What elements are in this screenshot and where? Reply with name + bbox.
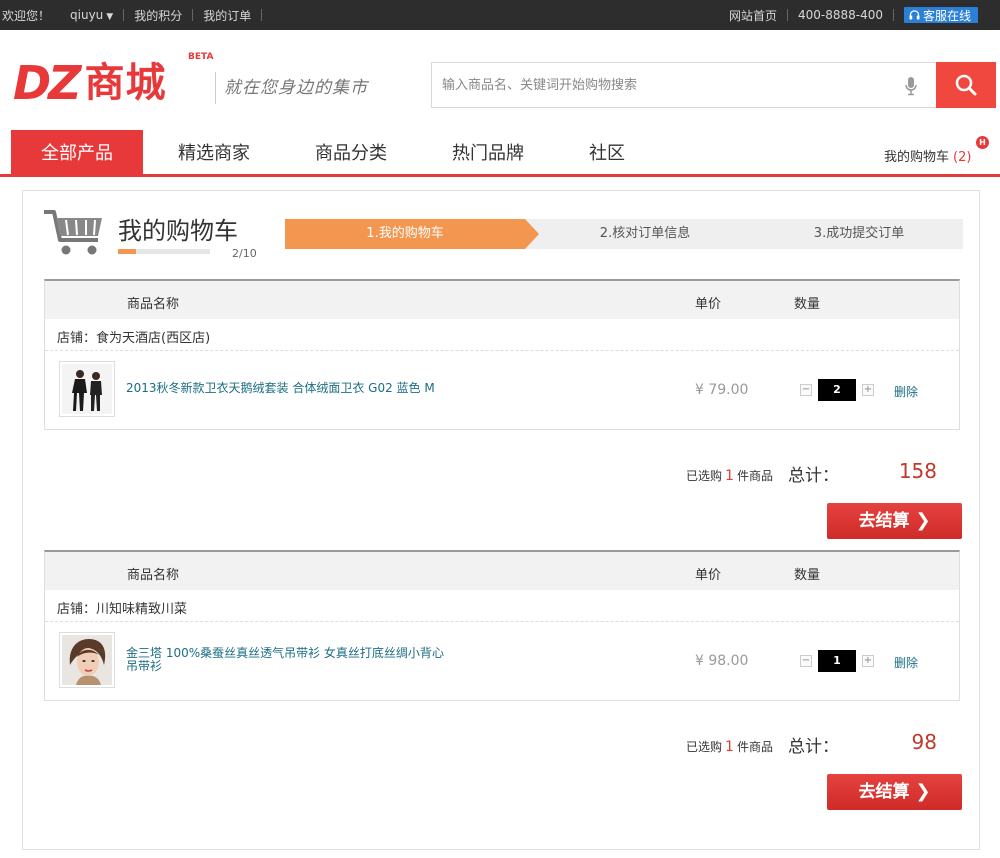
total-label: 总计： bbox=[788, 466, 839, 486]
column-product-name: 商品名称 bbox=[127, 297, 180, 312]
search-box bbox=[431, 62, 996, 108]
shopping-cart-icon bbox=[44, 210, 102, 255]
product-thumbnail[interactable] bbox=[59, 632, 115, 688]
checkout-label: 去结算 bbox=[858, 782, 910, 802]
cart-table: 商品名称 单价 数量 店铺：川知味精致川菜 金三塔 100%桑蚕丝真丝透气吊带衫… bbox=[44, 550, 960, 701]
nav-community[interactable]: 社区 bbox=[571, 130, 643, 174]
cart-count: (2) bbox=[953, 150, 972, 165]
decrease-quantity-button[interactable]: − bbox=[800, 384, 812, 396]
delete-link[interactable]: 删除 bbox=[894, 383, 918, 400]
nav-featured-merchants[interactable]: 精选商家 bbox=[160, 130, 268, 174]
shop-name[interactable]: 店铺：食为天酒店(西区店) bbox=[57, 327, 210, 346]
username-menu[interactable]: qiuyu ▼ bbox=[60, 8, 123, 22]
table-header: 商品名称 单价 数量 bbox=[45, 552, 959, 590]
chevron-right-icon: ❯ bbox=[915, 510, 931, 531]
logo-chinese: 商城 bbox=[84, 60, 167, 106]
top-bar: 欢迎您！ qiuyu ▼ 我的积分 我的订单 网站首页 400-8888-400 … bbox=[0, 0, 1000, 30]
decrease-quantity-button[interactable]: − bbox=[800, 655, 812, 667]
shop-name[interactable]: 店铺：川知味精致川菜 bbox=[57, 598, 187, 617]
search-button[interactable] bbox=[936, 62, 996, 108]
site-home-link[interactable]: 网站首页 bbox=[727, 7, 787, 24]
search-input[interactable] bbox=[432, 63, 902, 107]
username: qiuyu bbox=[70, 8, 104, 22]
my-cart-label: 我的购物车 bbox=[884, 150, 950, 165]
selected-prefix: 已选购 bbox=[686, 469, 723, 483]
delete-link[interactable]: 删除 bbox=[894, 654, 918, 671]
checkout-button[interactable]: 去结算 ❯ bbox=[827, 774, 962, 810]
cart-progress-text: 2/10 bbox=[232, 247, 257, 260]
unit-price: ¥ 79.00 bbox=[695, 382, 749, 398]
logo-latin: DZ bbox=[13, 56, 82, 110]
increase-quantity-button[interactable]: + bbox=[862, 655, 874, 667]
slogan: 就在您身边的集市 bbox=[215, 72, 368, 104]
customer-service-button[interactable]: 客服在线 bbox=[903, 7, 978, 23]
headset-icon bbox=[909, 10, 920, 20]
my-points-link[interactable]: 我的积分 bbox=[124, 7, 192, 24]
cart-progress-fill bbox=[118, 249, 137, 254]
step-order-submitted: 3.成功提交订单 bbox=[813, 226, 905, 241]
table-row: 金三塔 100%桑蚕丝真丝透气吊带衫 女真丝打底丝绸小背心吊带衫 ¥ 98.00… bbox=[45, 622, 959, 700]
nav-all-products[interactable]: 全部产品 bbox=[11, 130, 143, 174]
quantity-input[interactable]: 2 bbox=[818, 379, 856, 401]
unit-price: ¥ 98.00 bbox=[695, 653, 749, 669]
product-thumbnail[interactable] bbox=[59, 361, 115, 417]
column-product-name: 商品名称 bbox=[127, 568, 180, 583]
checkout-button[interactable]: 去结算 ❯ bbox=[827, 503, 962, 539]
cart-panel: 我的购物车 2/10 1.我的购物车 2.核对订单信息 3.成功提交订单 商品名… bbox=[22, 190, 980, 850]
table-header: 商品名称 单价 数量 bbox=[45, 281, 959, 319]
checkout-steps: 1.我的购物车 2.核对订单信息 3.成功提交订单 bbox=[285, 219, 963, 249]
column-quantity: 数量 bbox=[794, 568, 821, 583]
selected-count: 1 bbox=[725, 739, 734, 755]
order-summary: 已选购 1 件商品 总计： 158 bbox=[44, 457, 960, 487]
search-icon bbox=[955, 74, 977, 96]
table-row: 2013秋冬新款卫衣天鹅绒套装 合体绒面卫衣 G02 蓝色 M ¥ 79.00 … bbox=[45, 351, 959, 429]
caret-down-icon: ▼ bbox=[106, 12, 114, 22]
quantity-stepper: − 1 + bbox=[800, 650, 874, 672]
site-logo[interactable]: DZ 商城 BETA bbox=[13, 52, 213, 110]
nav-categories[interactable]: 商品分类 bbox=[297, 130, 405, 174]
total-amount: 158 bbox=[898, 459, 937, 483]
column-unit-price: 单价 bbox=[695, 297, 722, 312]
cart-badge: H bbox=[976, 136, 989, 149]
welcome-text: 欢迎您！ bbox=[2, 8, 51, 23]
column-unit-price: 单价 bbox=[695, 568, 722, 583]
product-image bbox=[62, 364, 112, 414]
cart-progress-bar bbox=[118, 249, 210, 254]
selected-count: 1 bbox=[725, 468, 734, 484]
total-label: 总计： bbox=[788, 737, 839, 757]
step-my-cart: 1.我的购物车 bbox=[285, 219, 539, 249]
total-amount: 98 bbox=[911, 730, 937, 754]
checkout-label: 去结算 bbox=[858, 511, 910, 531]
divider bbox=[892, 9, 894, 21]
chevron-right-icon: ❯ bbox=[915, 781, 931, 802]
customer-service-label: 客服在线 bbox=[922, 8, 971, 23]
shop-row: 店铺：川知味精致川菜 bbox=[45, 590, 959, 622]
beta-badge: BETA bbox=[188, 52, 214, 62]
product-name-link[interactable]: 金三塔 100%桑蚕丝真丝透气吊带衫 女真丝打底丝绸小背心吊带衫 bbox=[126, 647, 446, 673]
selected-count-text: 已选购 1 件商品 bbox=[686, 467, 773, 484]
main-nav: 全部产品 精选商家 商品分类 热门品牌 社区 我的购物车 (2) H bbox=[0, 130, 1000, 177]
increase-quantity-button[interactable]: + bbox=[862, 384, 874, 396]
site-header: DZ 商城 BETA 就在您身边的集市 bbox=[0, 30, 1000, 130]
page-title: 我的购物车 bbox=[118, 217, 238, 245]
selected-suffix: 件商品 bbox=[736, 469, 773, 483]
microphone-icon[interactable] bbox=[904, 76, 918, 96]
selected-suffix: 件商品 bbox=[736, 740, 773, 754]
quantity-stepper: − 2 + bbox=[800, 379, 874, 401]
quantity-input[interactable]: 1 bbox=[818, 650, 856, 672]
order-summary: 已选购 1 件商品 总计： 98 bbox=[44, 728, 960, 758]
selected-prefix: 已选购 bbox=[686, 740, 723, 754]
cart-table: 商品名称 单价 数量 店铺：食为天酒店(西区店) 2013秋冬新款卫衣天鹅绒套装… bbox=[44, 279, 960, 430]
nav-hot-brands[interactable]: 热门品牌 bbox=[434, 130, 542, 174]
divider bbox=[261, 9, 263, 21]
hotline-text: 400-8888-400 bbox=[797, 8, 883, 22]
my-orders-link[interactable]: 我的订单 bbox=[193, 7, 261, 24]
my-cart-link[interactable]: 我的购物车 (2) bbox=[884, 146, 971, 165]
product-name-link[interactable]: 2013秋冬新款卫衣天鹅绒套装 合体绒面卫衣 G02 蓝色 M bbox=[126, 382, 446, 395]
selected-count-text: 已选购 1 件商品 bbox=[686, 738, 773, 755]
column-quantity: 数量 bbox=[794, 297, 821, 312]
product-image bbox=[62, 635, 112, 685]
shop-row: 店铺：食为天酒店(西区店) bbox=[45, 319, 959, 351]
step-confirm-order: 2.核对订单信息 bbox=[599, 226, 691, 241]
